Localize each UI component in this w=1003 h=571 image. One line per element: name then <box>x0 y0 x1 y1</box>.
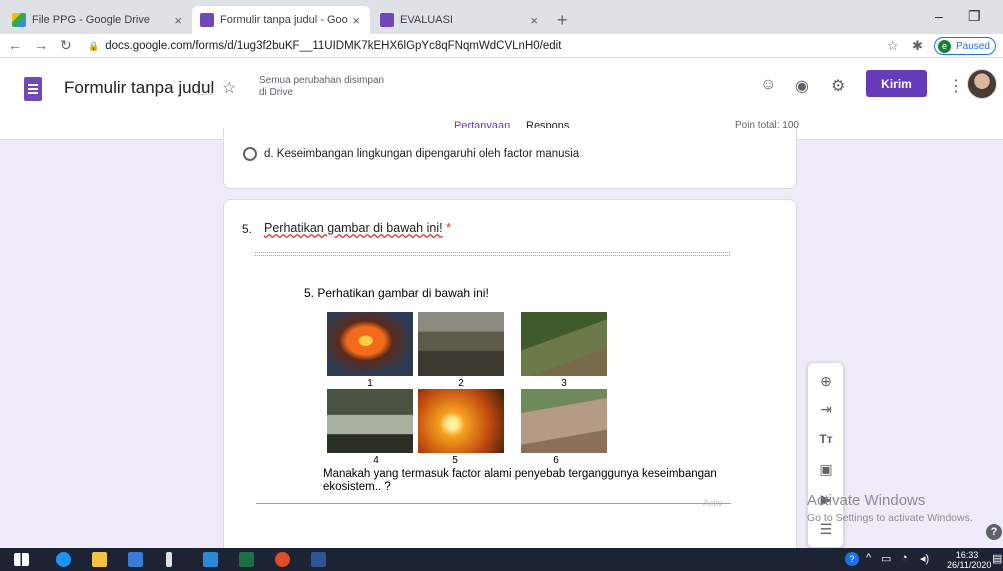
embedded-heading: 5. Perhatikan gambar di bawah ini! <box>304 286 489 300</box>
photo-label: 2 <box>458 378 464 389</box>
new-tab-button[interactable]: + <box>557 10 568 31</box>
url-field[interactable]: 🔒 docs.google.com/forms/d/1ug3f2buKF__11… <box>88 36 918 56</box>
add-image-icon[interactable]: ▣ <box>817 460 835 478</box>
logging-photo <box>521 312 607 376</box>
lock-icon: 🔒 <box>88 40 100 51</box>
photo-label: 1 <box>367 378 373 389</box>
embedded-question-text: Manakah yang termasuk factor alami penye… <box>323 468 717 493</box>
minimize-icon[interactable]: – <box>935 8 943 24</box>
notifications-icon[interactable]: ▤ <box>992 552 1002 565</box>
start-windows-icon[interactable] <box>14 553 29 566</box>
star-icon[interactable]: ☆ <box>222 78 236 98</box>
clock-date: 26/11/2020 <box>947 560 992 570</box>
excel-icon[interactable] <box>239 552 254 567</box>
photo-label: 4 <box>373 455 379 466</box>
windows-taskbar: ? ^ ▭ ◔ ◂) 16:33 26/11/2020 ▤ <box>0 548 1003 571</box>
forward-icon[interactable]: → <box>34 37 48 53</box>
settings-gear-icon[interactable]: ⚙ <box>831 76 845 96</box>
save-status: Semua perubahan disimpan di Drive <box>259 75 385 98</box>
close-icon[interactable]: × <box>530 13 538 28</box>
back-icon[interactable]: ← <box>8 37 22 53</box>
chrome-icon[interactable] <box>275 552 290 567</box>
help-tray-icon[interactable]: ? <box>845 552 859 566</box>
tab-formulir[interactable]: Formulir tanpa judul - Google Fo × <box>192 6 370 34</box>
activate-windows-subtitle: Go to Settings to activate Windows. <box>807 512 973 524</box>
star-icon[interactable]: ☆ <box>887 38 899 54</box>
close-icon[interactable]: × <box>174 13 182 28</box>
volume-icon[interactable]: ◂) <box>920 552 929 565</box>
polluted-river-photo <box>327 389 413 453</box>
profile-avatar: e <box>938 39 951 53</box>
doc-ruler <box>255 252 730 256</box>
palette-icon[interactable]: ☺ <box>760 76 776 94</box>
wifi-icon[interactable]: ◔ <box>901 552 908 564</box>
app-icon[interactable] <box>166 552 172 567</box>
question-text: Perhatikan gambar di bawah ini! <box>264 221 443 235</box>
form-title[interactable]: Formulir tanpa judul <box>64 78 214 98</box>
photo-label: 5 <box>452 455 458 466</box>
clock-time: 16:33 <box>955 550 979 560</box>
help-icon[interactable]: ? <box>986 524 1002 540</box>
google-forms-logo-icon[interactable] <box>24 77 42 101</box>
file-explorer-icon[interactable] <box>92 552 107 567</box>
store-icon[interactable] <box>203 552 218 567</box>
required-asterisk: * <box>446 221 451 235</box>
option-d-label: d. Keseimbangan lingkungan dipengaruhi o… <box>264 148 580 160</box>
photo-label: 3 <box>561 378 567 389</box>
google-forms-icon <box>380 13 394 27</box>
address-bar: ← → ↻ 🔒 docs.google.com/forms/d/1ug3f2bu… <box>0 34 1003 58</box>
profile-status: Paused <box>956 40 990 52</box>
activate-windows-title: Activate Windows <box>807 492 926 509</box>
landslide-photo <box>521 389 607 453</box>
photo-label: 6 <box>553 455 559 466</box>
taskbar-clock[interactable]: 16:33 26/11/2020 <box>947 550 992 570</box>
folder-icon[interactable]: 🗀 <box>197 79 213 106</box>
send-button[interactable]: Kirim <box>866 70 927 97</box>
extensions-icon[interactable]: ✱ <box>912 38 923 54</box>
volcano-photo <box>327 312 413 376</box>
deforestation-photo <box>418 312 504 376</box>
import-questions-icon[interactable]: ⇥ <box>817 400 835 418</box>
url-text: docs.google.com/forms/d/1ug3f2buKF__11UI… <box>105 40 562 52</box>
browser-tab-bar: File PPG - Google Drive × Formulir tanpa… <box>0 0 1003 34</box>
radio-option-d[interactable] <box>243 147 257 161</box>
question-number: 5. <box>242 222 253 236</box>
close-icon[interactable]: × <box>352 13 360 28</box>
tab-evaluasi[interactable]: EVALUASI × <box>372 6 548 34</box>
edge-browser-icon[interactable] <box>56 552 71 567</box>
restore-icon[interactable]: ❐ <box>968 8 981 25</box>
add-title-icon[interactable]: Tт <box>817 430 835 448</box>
tab-title: EVALUASI <box>400 14 453 26</box>
reload-icon[interactable]: ↻ <box>60 37 72 54</box>
preview-eye-icon[interactable]: ◉ <box>795 76 809 96</box>
add-question-icon[interactable]: ⊕ <box>817 372 835 390</box>
word-icon[interactable] <box>311 552 326 567</box>
mail-icon[interactable] <box>128 552 143 567</box>
doc-divider <box>256 503 731 504</box>
profile-button[interactable]: e Paused <box>934 37 996 55</box>
question-title: Perhatikan gambar di bawah ini! * <box>264 221 451 235</box>
factory-smoke-photo <box>418 389 504 453</box>
google-forms-icon <box>200 13 214 27</box>
tray-chevron-icon[interactable]: ^ <box>866 552 871 564</box>
question-card-previous: d. Keseimbangan lingkungan dipengaruhi o… <box>223 128 797 189</box>
network-icon[interactable]: ▭ <box>881 552 891 565</box>
google-drive-icon <box>12 13 26 27</box>
tab-title: Formulir tanpa judul - Google Fo <box>220 14 348 26</box>
tab-title: File PPG - Google Drive <box>32 14 150 26</box>
more-options-icon[interactable]: ⋮ <box>948 76 964 96</box>
avatar[interactable] <box>967 69 997 99</box>
tab-file-ppg[interactable]: File PPG - Google Drive × <box>4 6 192 34</box>
